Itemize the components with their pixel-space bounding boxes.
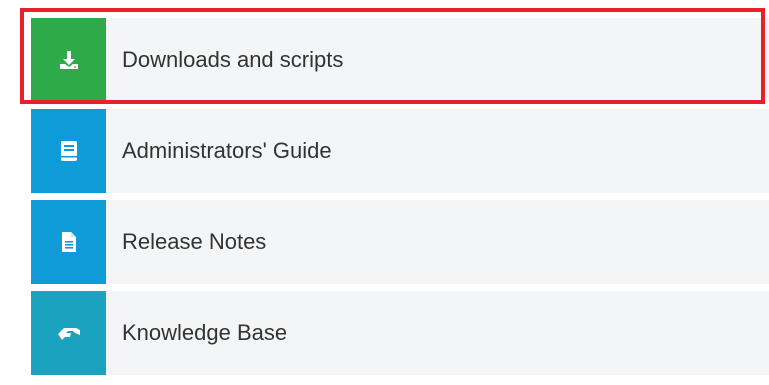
menu-item-label: Administrators' Guide [122, 138, 332, 163]
document-icon [60, 231, 78, 253]
handshake-icon [56, 322, 82, 344]
release-notes-tile [31, 200, 106, 284]
menu-item-administrators-guide[interactable]: Administrators' Guide [31, 109, 769, 193]
downloads-tile [31, 18, 106, 102]
download-icon [58, 49, 80, 71]
menu-item-knowledge-base[interactable]: Knowledge Base [31, 291, 769, 375]
menu-item-label: Knowledge Base [122, 320, 288, 345]
menu-item-release-notes[interactable]: Release Notes [31, 200, 769, 284]
resource-menu: Downloads and scripts Administrators' Gu… [20, 8, 769, 382]
menu-item-label: Downloads and scripts [122, 47, 344, 72]
menu-item-downloads[interactable]: Downloads and scripts [20, 8, 769, 104]
menu-item-label: Release Notes [122, 229, 267, 254]
knowledge-base-tile [31, 291, 106, 375]
book-icon [59, 140, 79, 162]
administrators-guide-tile [31, 109, 106, 193]
